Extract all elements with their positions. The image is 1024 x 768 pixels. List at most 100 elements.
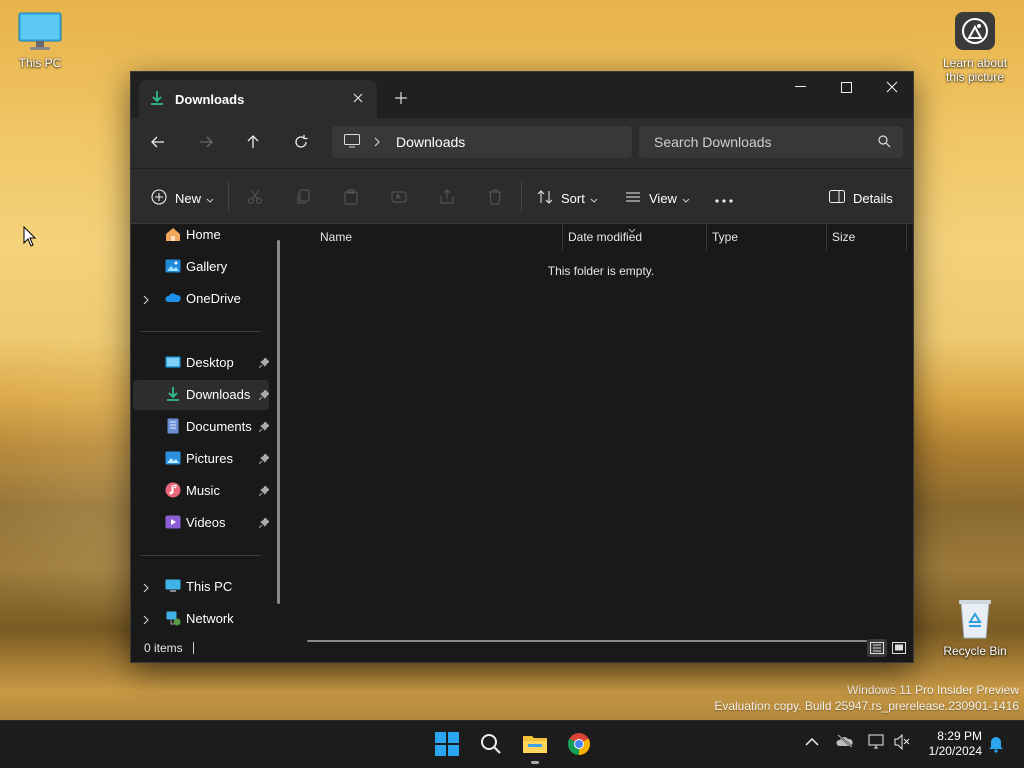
desktop-icon-label: Recycle Bin: [943, 644, 1007, 658]
start-button[interactable]: [427, 729, 467, 761]
watermark-line-1: Windows 11 Pro Insider Preview: [847, 683, 1019, 697]
details-button-label: Details: [853, 190, 893, 206]
search-placeholder: Search Downloads: [654, 134, 772, 150]
sidebar-item-label: Desktop: [186, 355, 234, 370]
delete-button[interactable]: [487, 183, 503, 213]
address-bar[interactable]: Downloads: [332, 126, 632, 158]
column-header-label: Name: [320, 230, 353, 244]
share-button[interactable]: [439, 183, 455, 213]
more-dots-icon: [715, 191, 733, 206]
sidebar-item-documents[interactable]: Documents: [133, 412, 270, 442]
pictures-icon: [165, 450, 181, 469]
paste-button[interactable]: [343, 183, 359, 213]
minimize-button[interactable]: [777, 72, 823, 102]
close-window-button[interactable]: [869, 72, 915, 102]
volume-muted-icon[interactable]: [893, 733, 911, 753]
tab-label: Downloads: [175, 91, 245, 107]
onedrive-offline-icon[interactable]: [836, 734, 854, 751]
breadcrumb-downloads[interactable]: Downloads: [396, 134, 465, 150]
details-pane-button[interactable]: Details: [829, 183, 893, 213]
desktop-icon-label: Learn about this picture: [942, 56, 1008, 84]
column-divider[interactable]: [906, 224, 907, 250]
sidebar-item-gallery[interactable]: Gallery: [133, 252, 269, 282]
column-header-name[interactable]: Name: [314, 224, 562, 250]
sidebar-item-label: Documents: [186, 419, 252, 434]
monitor-icon: [344, 133, 360, 151]
new-tab-button[interactable]: [389, 86, 413, 110]
clock-date: 1/20/2024: [928, 744, 982, 758]
network-status-icon[interactable]: [868, 734, 886, 753]
clock-time: 8:29 PM: [937, 729, 982, 743]
sidebar-item-label: Music: [186, 483, 220, 498]
sidebar-item-home[interactable]: Home: [133, 220, 269, 250]
forward-button[interactable]: [191, 128, 221, 156]
sidebar-item-onedrive[interactable]: OneDrive: [133, 284, 269, 314]
view-button[interactable]: View: [625, 183, 690, 213]
sidebar-item-desktop[interactable]: Desktop: [133, 348, 270, 378]
navigation-bar: Downloads Search Downloads: [131, 118, 913, 168]
recycle-bin-icon: [957, 598, 993, 640]
file-explorer-window: Downloads Downloads Search Downloads New…: [130, 71, 914, 663]
close-tab-icon[interactable]: [349, 89, 367, 107]
desktop-icon-recycle-bin[interactable]: Recycle Bin: [935, 598, 1015, 658]
file-list: Name Date modified Type Size This folder…: [289, 224, 913, 642]
clock[interactable]: 8:29 PM 1/20/2024: [929, 729, 982, 759]
show-hidden-icons-button[interactable]: [805, 735, 819, 750]
chevron-right-icon[interactable]: [143, 613, 149, 628]
refresh-button[interactable]: [286, 128, 316, 156]
sort-icon: [537, 189, 553, 208]
column-header-type[interactable]: Type: [706, 224, 826, 250]
sidebar-item-label: Gallery: [186, 259, 228, 274]
chrome-icon: [567, 732, 591, 759]
notification-bell-icon[interactable]: [988, 735, 1004, 756]
cut-button[interactable]: [247, 183, 263, 213]
search-input[interactable]: Search Downloads: [639, 126, 903, 158]
chevron-right-icon[interactable]: [143, 293, 149, 308]
chevron-right-icon[interactable]: [143, 581, 149, 596]
sort-button-label: Sort: [561, 190, 585, 206]
pin-icon: [258, 356, 270, 371]
details-pane-icon: [829, 190, 845, 206]
music-icon: [165, 482, 181, 501]
chrome-taskbar-button[interactable]: [559, 729, 599, 761]
plus-circle-icon: [151, 188, 167, 208]
maximize-button[interactable]: [823, 72, 869, 102]
copy-button[interactable]: [295, 183, 311, 213]
search-icon: [878, 135, 891, 151]
pin-icon: [258, 484, 270, 499]
title-bar: Downloads: [131, 72, 913, 118]
watermark-line-2: Evaluation copy. Build 25947.rs_prerelea…: [714, 699, 1019, 713]
share-icon: [439, 188, 455, 208]
back-button[interactable]: [143, 128, 173, 156]
large-icons-view-button[interactable]: [889, 639, 909, 657]
sidebar-item-videos[interactable]: Videos: [133, 508, 270, 538]
up-button[interactable]: [238, 128, 268, 156]
column-header-date-modified[interactable]: Date modified: [562, 224, 706, 250]
rename-icon: [391, 189, 407, 208]
more-options-button[interactable]: [715, 183, 733, 213]
taskbar: 8:29 PM 1/20/2024: [0, 720, 1024, 768]
details-view-button[interactable]: [867, 639, 887, 657]
file-explorer-taskbar-button[interactable]: [515, 729, 555, 764]
sort-button[interactable]: Sort: [537, 183, 598, 213]
rename-button[interactable]: [391, 183, 407, 213]
desktop-icon-learn-about-picture[interactable]: Learn about this picture: [935, 12, 1015, 84]
tab-downloads[interactable]: Downloads: [139, 80, 377, 118]
new-button[interactable]: New: [151, 183, 214, 213]
sidebar-item-downloads[interactable]: Downloads: [133, 380, 270, 410]
desktop-icon-this-pc[interactable]: This PC: [0, 12, 80, 70]
monitor-icon: [165, 578, 181, 597]
sidebar-item-this-pc[interactable]: This PC: [133, 572, 269, 602]
sidebar-item-music[interactable]: Music: [133, 476, 270, 506]
sidebar-item-label: Videos: [186, 515, 226, 530]
folder-icon: [522, 733, 548, 758]
view-lines-icon: [625, 191, 641, 206]
sidebar-scrollbar[interactable]: [277, 240, 280, 604]
copy-icon: [295, 189, 311, 208]
view-button-label: View: [649, 190, 677, 206]
column-header-size[interactable]: Size: [826, 224, 906, 250]
search-taskbar-button[interactable]: [471, 729, 511, 761]
sidebar-item-network[interactable]: Network: [133, 604, 269, 634]
gallery-icon: [165, 258, 181, 277]
sidebar-item-pictures[interactable]: Pictures: [133, 444, 270, 474]
